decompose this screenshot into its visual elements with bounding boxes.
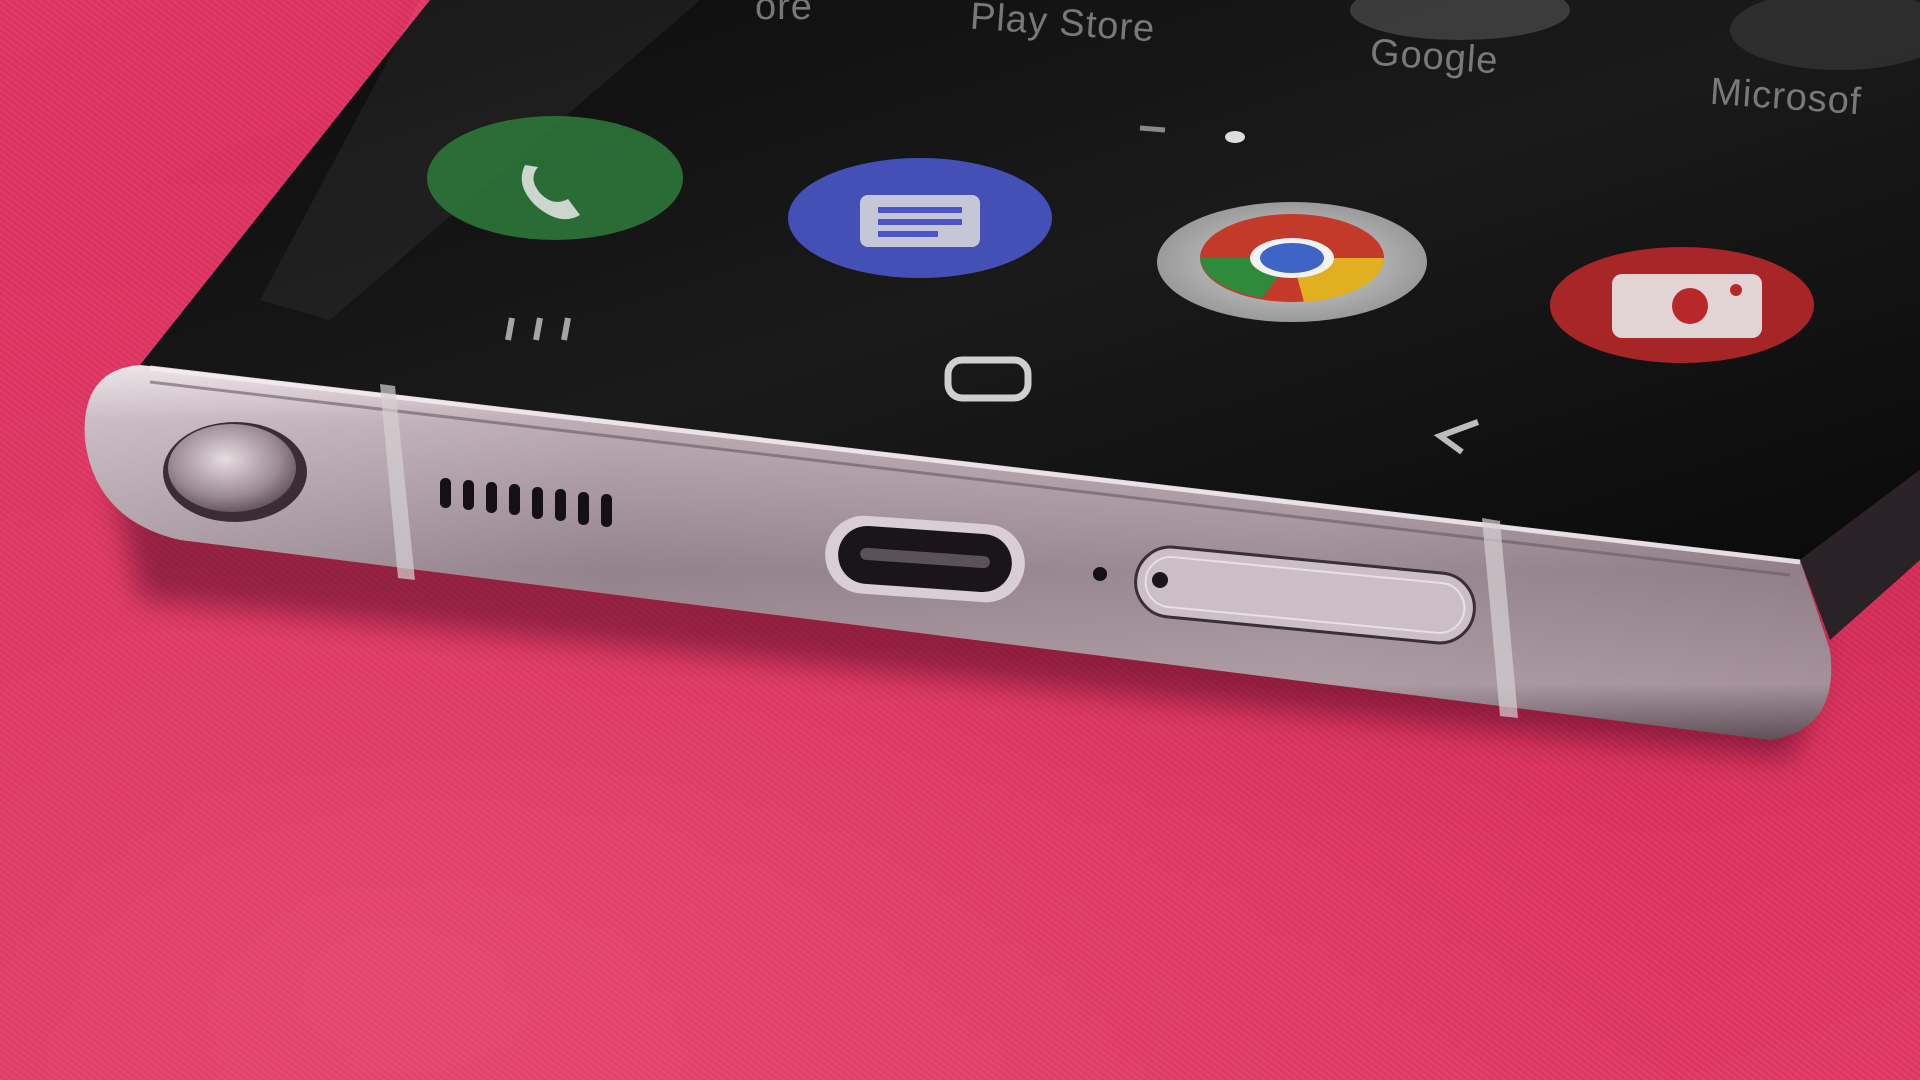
dock-chrome-icon	[1157, 202, 1427, 322]
dock-phone-icon	[427, 116, 683, 240]
phone-photo	[84, 0, 1920, 760]
google-label: Google	[1368, 31, 1500, 83]
microphone-hole-icon	[1093, 567, 1107, 581]
dock-messages-icon	[788, 158, 1052, 278]
page-indicator-dot	[1225, 131, 1245, 143]
s-pen-button-icon[interactable]	[168, 424, 296, 512]
partial-app-label: ore	[755, 0, 813, 28]
dock-camera-icon	[1550, 247, 1814, 363]
page-indicator-line	[1139, 125, 1166, 133]
sim-eject-hole-icon[interactable]	[1152, 572, 1168, 588]
